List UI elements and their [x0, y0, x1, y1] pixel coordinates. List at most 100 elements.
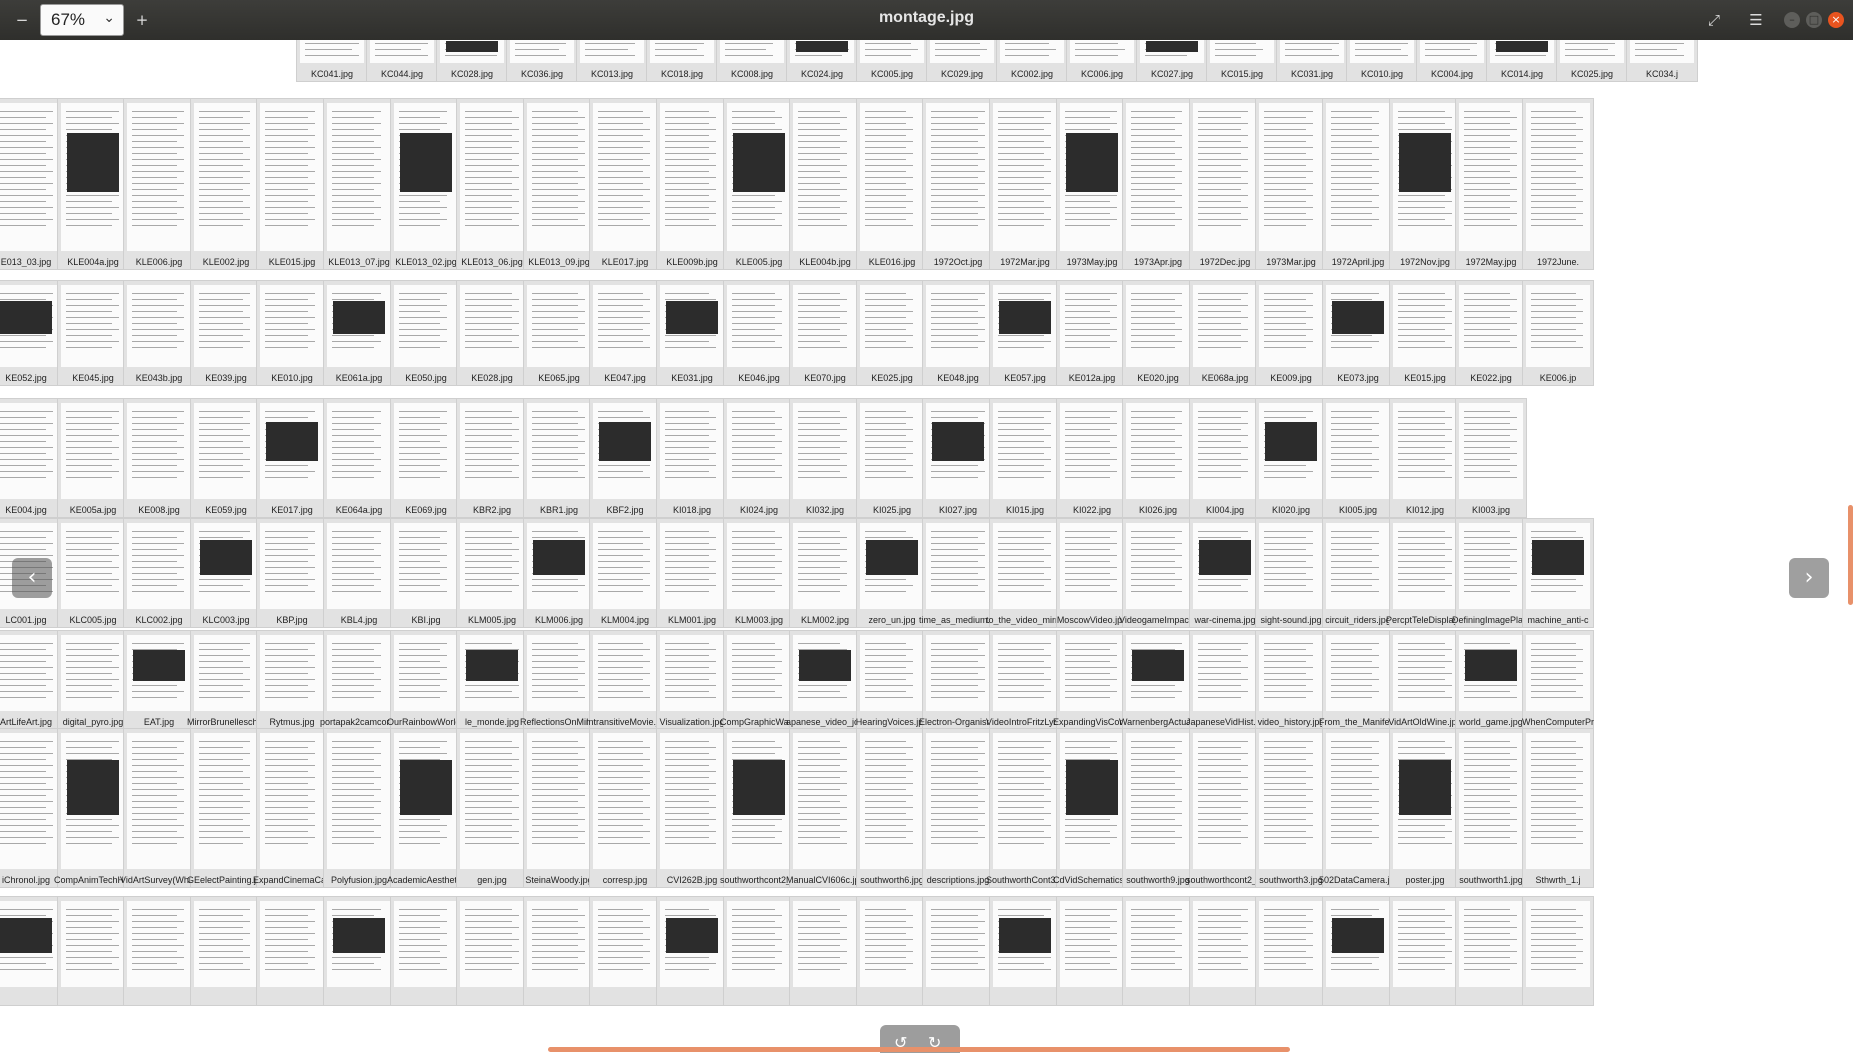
minimize-button[interactable]: –: [1784, 12, 1800, 28]
text-line: [931, 969, 985, 970]
maximize-button[interactable]: □: [1806, 12, 1822, 28]
menu-button[interactable]: ☰: [1742, 6, 1770, 34]
text-line: [1131, 921, 1182, 922]
text-line: [585, 55, 635, 56]
text-line: [399, 335, 440, 336]
image-viewport[interactable]: KC041.jpg KC044.jpg KC028.jpg KC036.jpg KC01…: [0, 40, 1853, 1053]
text-line: [0, 555, 53, 556]
thumbnail: [1255, 896, 1327, 1006]
text-line: [1464, 347, 1517, 348]
text-line: [798, 171, 840, 172]
text-line: [1331, 183, 1379, 184]
text-line: [1331, 813, 1379, 814]
horizontal-scrollbar[interactable]: [548, 1047, 1290, 1052]
fullscreen-button[interactable]: ⤢: [1700, 6, 1728, 34]
text-line: [732, 323, 782, 324]
text-line: [1264, 329, 1313, 330]
text-line: [1264, 135, 1313, 136]
text-line: [199, 111, 250, 112]
text-line: [1464, 305, 1510, 306]
text-line: [1198, 921, 1248, 922]
text-line: [998, 585, 1044, 586]
text-line: [1464, 213, 1517, 214]
text-line: [665, 813, 709, 814]
text-line: [399, 945, 447, 946]
text-line: [399, 117, 440, 118]
text-line: [66, 843, 112, 844]
thumbnail-page: [370, 40, 434, 63]
text-line: [1331, 147, 1379, 148]
text-line: [265, 135, 315, 136]
text-line: [465, 807, 519, 808]
text-line: [598, 963, 650, 964]
text-line: [532, 927, 585, 928]
close-button[interactable]: ×: [1828, 12, 1844, 28]
text-line: [865, 759, 913, 760]
text-line: [332, 741, 381, 742]
text-line: [1464, 423, 1510, 424]
text-line: [399, 691, 447, 692]
thumbnail: KE012a.jpg: [1056, 280, 1128, 386]
text-line: [1264, 825, 1313, 826]
text-line: [0, 423, 53, 424]
text-line: [865, 477, 913, 478]
thumbnail: KI020.jpg: [1255, 398, 1327, 518]
text-line: [465, 843, 519, 844]
text-line: [532, 141, 585, 142]
text-line: [132, 579, 184, 580]
thumbnail-page: [61, 635, 125, 711]
thumbnail-page: [61, 403, 125, 499]
thumbnail-graphic: [733, 760, 785, 815]
text-line: [332, 819, 374, 820]
thumbnail: iChronol.jpg: [0, 728, 62, 888]
text-line: [931, 207, 985, 208]
text-line: [332, 561, 374, 562]
text-line: [1198, 435, 1248, 436]
vertical-scrollbar[interactable]: [1848, 505, 1853, 605]
text-line: [998, 543, 1051, 544]
text-line: [1198, 141, 1241, 142]
text-line: [1198, 135, 1248, 136]
text-line: [1531, 585, 1583, 586]
text-line: [399, 567, 447, 568]
text-line: [1464, 165, 1517, 166]
text-line: [332, 141, 374, 142]
text-line: [1464, 293, 1510, 294]
text-line: [865, 293, 906, 294]
text-line: [1065, 537, 1110, 538]
text-line: [399, 219, 447, 220]
text-line: [1531, 945, 1576, 946]
text-line: [1264, 951, 1306, 952]
text-line: [665, 789, 709, 790]
next-image-button[interactable]: ›: [1789, 558, 1829, 598]
text-line: [532, 685, 585, 686]
text-line: [332, 573, 374, 574]
thumbnail: [1455, 896, 1527, 1006]
text-line: [1065, 945, 1117, 946]
text-line: [1331, 753, 1379, 754]
text-line: [399, 831, 440, 832]
text-line: [998, 335, 1044, 336]
thumbnail-page: [194, 635, 258, 711]
text-line: [1531, 171, 1576, 172]
text-line: [1464, 465, 1517, 466]
text-line: [1131, 543, 1182, 544]
text-line: [1065, 213, 1110, 214]
text-line: [199, 771, 243, 772]
thumbnail: 1973Mar.jpg: [1255, 98, 1327, 270]
text-line: [305, 43, 359, 44]
text-line: [1531, 957, 1576, 958]
text-line: [865, 531, 906, 532]
previous-image-button[interactable]: ‹: [12, 558, 52, 598]
thumbnail-page: [593, 285, 657, 367]
text-line: [465, 111, 512, 112]
thumbnail-page: [394, 403, 458, 499]
text-line: [1198, 807, 1241, 808]
text-line: [132, 117, 177, 118]
text-line: [0, 783, 46, 784]
text-line: [332, 189, 374, 190]
text-line: [865, 579, 906, 580]
text-line: [66, 299, 112, 300]
thumbnail-page: [394, 285, 458, 367]
thumbnail: KE047.jpg: [589, 280, 661, 386]
